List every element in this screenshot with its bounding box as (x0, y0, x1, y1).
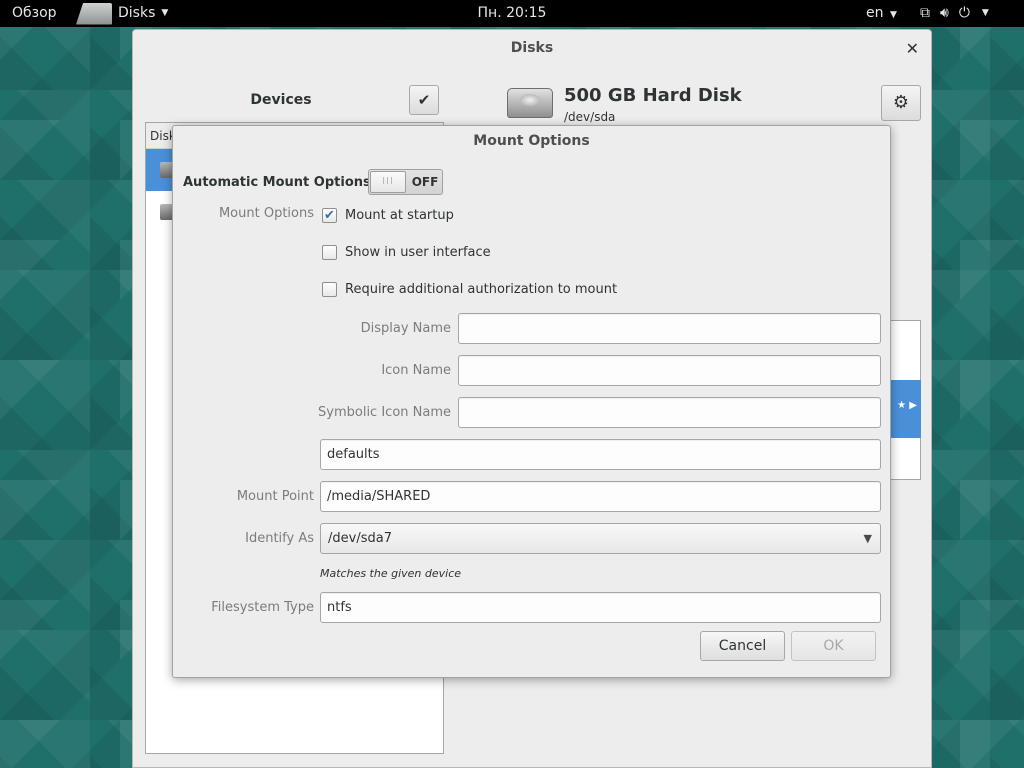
disk-settings-button[interactable]: ⚙ (881, 85, 921, 121)
mount-point-label: Mount Point (236, 489, 314, 504)
hard-disk-icon (507, 88, 553, 118)
mount-at-startup-label[interactable]: Mount at startup (345, 208, 454, 223)
chevron-down-icon: ▼ (161, 8, 169, 18)
app-menu[interactable]: Disks ▼ (76, 0, 168, 27)
mount-options-label: Mount Options (218, 206, 314, 221)
mount-options-dialog: Mount Options Automatic Mount Options II… (172, 125, 891, 678)
identify-as-hint: Matches the given device (320, 567, 462, 580)
identify-as-dropdown[interactable]: /dev/sda7 ▼ (320, 523, 881, 554)
disks-app-icon (76, 2, 112, 25)
close-icon[interactable]: ✕ (906, 39, 919, 58)
automatic-mount-switch[interactable]: III OFF (368, 169, 443, 195)
star-icon: ★ (897, 400, 907, 411)
volume-selected-partition[interactable]: ★ ▶ (889, 380, 921, 438)
identify-as-label: Identify As (245, 531, 314, 546)
activities-button[interactable]: Обзор (12, 0, 57, 27)
switch-knob[interactable]: III (370, 171, 406, 193)
gear-icon: ⚙ (892, 92, 910, 113)
icon-name-label: Icon Name (381, 363, 451, 378)
keyboard-layout-label: en (866, 5, 884, 21)
mount-options-input[interactable] (320, 439, 881, 470)
switch-state: OFF (411, 175, 439, 189)
symbolic-icon-name-input[interactable] (458, 397, 881, 428)
chevron-down-icon: ▼ (981, 8, 989, 18)
filesystem-type-input[interactable] (320, 592, 881, 623)
display-name-label: Display Name (360, 321, 451, 336)
chevron-down-icon: ▼ (889, 10, 897, 20)
play-icon: ▶ (909, 400, 917, 411)
display-name-input[interactable] (458, 313, 881, 344)
power-icon: ⏻ (958, 5, 970, 21)
show-in-ui-checkbox[interactable] (322, 245, 337, 260)
cancel-button[interactable]: Cancel (700, 631, 785, 661)
checkmark-icon: ✔ (324, 208, 335, 223)
checkmark-icon: ✔ (417, 91, 431, 109)
clock[interactable]: Пн. 20:15 (478, 5, 547, 21)
show-in-ui-label[interactable]: Show in user interface (345, 245, 491, 260)
keyboard-layout-menu[interactable]: en ▼ (866, 0, 897, 27)
icon-name-input[interactable] (458, 355, 881, 386)
automatic-mount-label: Automatic Mount Options (183, 175, 371, 190)
symbolic-icon-name-label: Symbolic Icon Name (318, 405, 451, 420)
require-auth-checkbox[interactable] (322, 282, 337, 297)
app-menu-label: Disks (118, 5, 156, 21)
mount-point-input[interactable] (320, 481, 881, 512)
filesystem-type-label: Filesystem Type (211, 600, 314, 615)
devices-title: Devices (250, 92, 312, 108)
top-bar: Обзор Disks ▼ Пн. 20:15 en ▼ ⧉ 🔊︎ ⏻ ▼ (0, 0, 1024, 27)
selection-mode-button[interactable]: ✔ (409, 85, 439, 115)
network-icon: ⧉ (920, 5, 930, 21)
chevron-down-icon: ▼ (863, 532, 872, 545)
mount-at-startup-checkbox[interactable]: ✔ (322, 208, 337, 223)
volume-icon: 🔊︎ (940, 5, 949, 21)
window-title: Disks (510, 40, 554, 56)
disk-device: /dev/sda (564, 110, 616, 124)
disk-title: 500 GB Hard Disk (564, 85, 742, 106)
require-auth-label[interactable]: Require additional authorization to moun… (345, 282, 617, 297)
system-menu[interactable]: ⧉ 🔊︎ ⏻ ▼ (920, 0, 989, 27)
identify-as-value: /dev/sda7 (328, 531, 392, 546)
ok-button[interactable]: OK (791, 631, 876, 661)
dialog-title: Mount Options (473, 133, 590, 149)
